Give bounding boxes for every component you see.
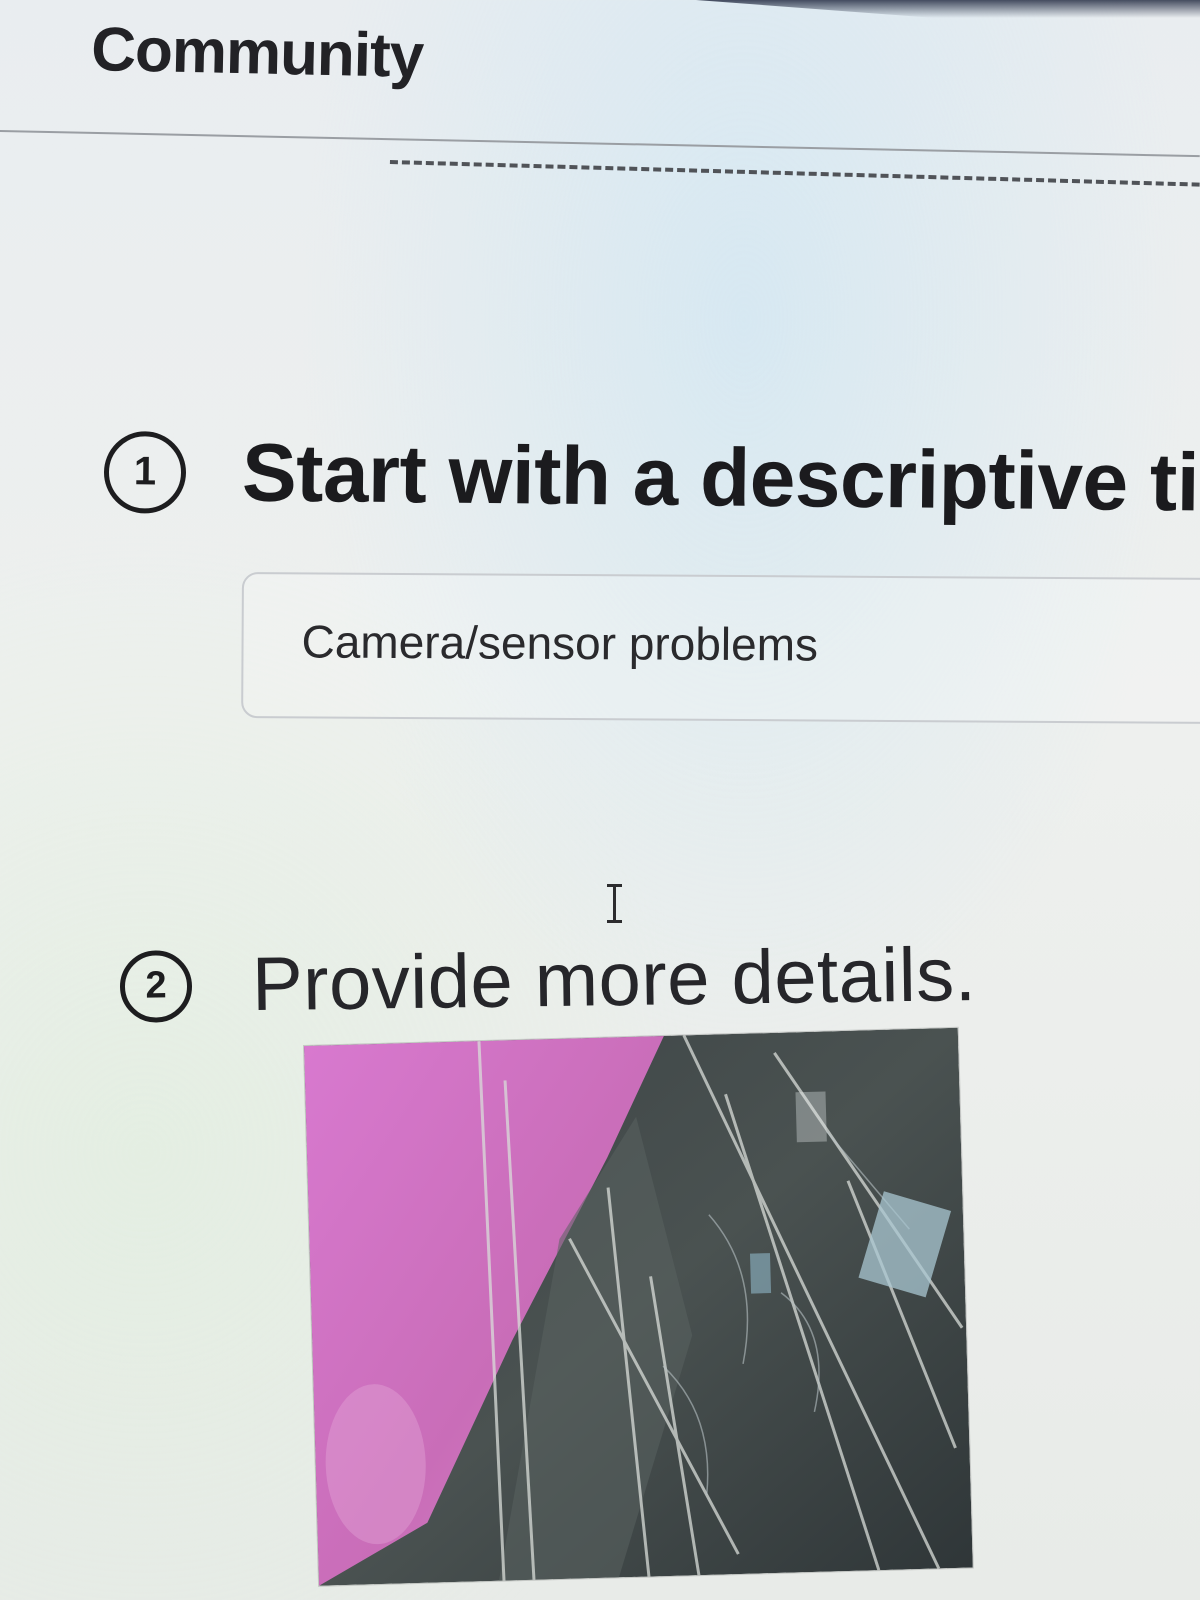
attached-photo[interactable] — [304, 1027, 973, 1586]
step-1-number-icon: 1 — [103, 430, 187, 514]
title-input-value: Camera/sensor problems — [301, 615, 819, 671]
header-divider — [389, 160, 1200, 187]
step-title-section: 1 Start with a descriptive title — [103, 370, 1200, 586]
step-1-heading: Start with a descriptive title — [241, 427, 1200, 530]
step-2-heading: Provide more details. — [251, 932, 977, 1028]
text-cursor-icon — [604, 884, 624, 924]
step-2-number-icon: 2 — [119, 949, 193, 1023]
title-input[interactable]: Camera/sensor problems — [241, 572, 1200, 725]
community-brand-link[interactable]: Community — [91, 14, 424, 92]
photo-attachment-icon — [304, 1027, 973, 1586]
